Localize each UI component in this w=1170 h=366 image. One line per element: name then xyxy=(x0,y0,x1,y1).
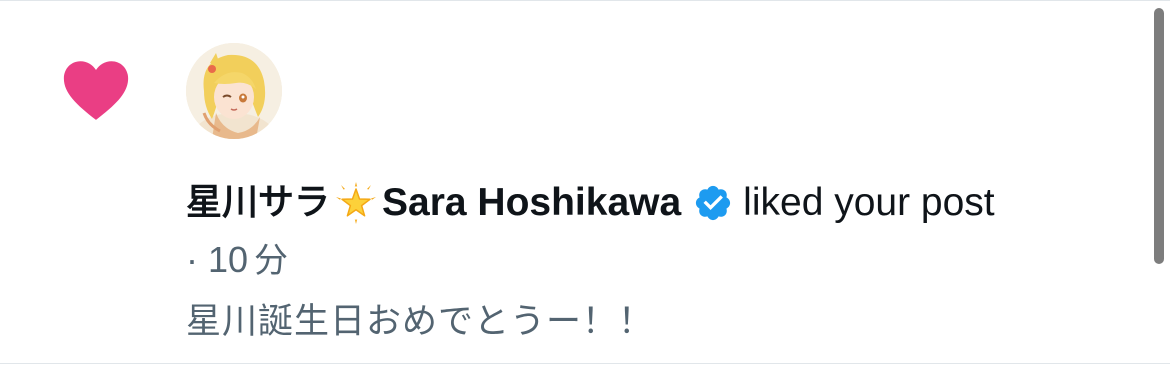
time-unit: 分 xyxy=(254,241,289,281)
heart-icon xyxy=(63,61,129,120)
timestamp: · 10 分 xyxy=(186,237,288,283)
scrollbar-thumb[interactable] xyxy=(1154,8,1164,264)
post-excerpt[interactable]: 星川誕生日おめでとうー！！ xyxy=(186,297,654,347)
user-name-english[interactable]: Sara Hoshikawa xyxy=(382,179,681,227)
user-name-japanese[interactable]: 星川サラ xyxy=(186,179,330,227)
verified-badge-icon xyxy=(696,185,731,221)
time-value: 10 xyxy=(208,239,249,280)
star-icon xyxy=(336,182,377,224)
bottom-divider xyxy=(0,363,1170,364)
avatar-image xyxy=(186,43,282,139)
action-text: liked your post xyxy=(743,181,995,224)
avatar[interactable] xyxy=(186,43,282,139)
scrollbar[interactable] xyxy=(1150,0,1170,366)
notification-title: 星川サラ Sara Hoshikawa liked your post xyxy=(186,179,1136,227)
like-notification[interactable]: 星川サラ Sara Hoshikawa liked your post · 10 分… xyxy=(0,1,1150,363)
separator-dot: · xyxy=(186,239,198,280)
